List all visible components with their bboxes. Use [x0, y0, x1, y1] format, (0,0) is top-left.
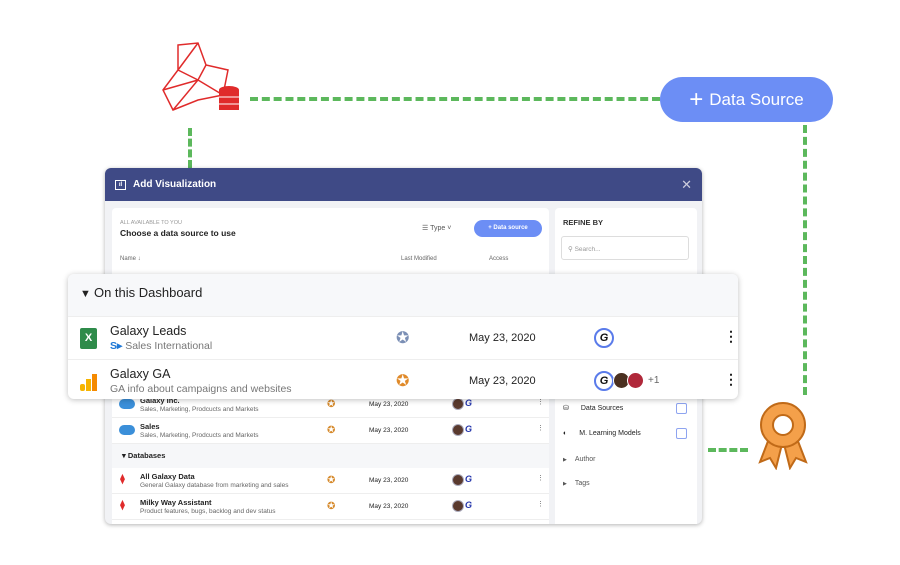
- table-row[interactable]: ⧫ Milky Way Assistant Product features, b…: [112, 494, 549, 520]
- connector-line: [188, 128, 192, 168]
- award-icon: ✪: [396, 330, 410, 347]
- database-icon: ⛁: [563, 405, 569, 412]
- award-icon: ✪: [396, 373, 410, 390]
- award-icon: ✪: [327, 399, 336, 410]
- galaxy-logo: G: [465, 474, 473, 484]
- avatar: [452, 424, 464, 436]
- dashboard-sources-card: ▼ On this Dashboard X Galaxy Leads S▸ Sa…: [68, 274, 738, 399]
- award-icon: ✪: [327, 501, 336, 512]
- filter-data-sources[interactable]: ⛁ Data Sources: [563, 402, 691, 414]
- table-row[interactable]: ⧫ All Galaxy Data General Galaxy database…: [112, 468, 549, 494]
- add-data-source-button[interactable]: + Data Source: [660, 77, 833, 122]
- data-source-button[interactable]: + Data source: [474, 220, 542, 237]
- filter-ml-models[interactable]: ◐ M. Learning Models: [563, 428, 691, 439]
- more-icon[interactable]: ⋮: [537, 474, 544, 482]
- list-item[interactable]: X Galaxy Leads S▸ Sales International ✪ …: [68, 316, 738, 359]
- list-icon: ☰: [422, 225, 431, 232]
- more-icon[interactable]: ⋮: [537, 424, 544, 432]
- galaxy-logo: G: [594, 371, 614, 391]
- avatar: [452, 398, 464, 410]
- dialog-header: ıl Add Visualization ✕: [105, 168, 702, 201]
- databases-section[interactable]: ▾ Databases: [112, 444, 549, 468]
- connector-line: [708, 448, 748, 452]
- caret-right-icon: ▶: [563, 456, 567, 463]
- avatar: [452, 500, 464, 512]
- galaxy-logo: G: [465, 398, 473, 408]
- award-icon: ✪: [327, 475, 336, 486]
- caret-right-icon: ▶: [563, 480, 567, 487]
- column-name[interactable]: Name ↓: [120, 256, 141, 262]
- list-item[interactable]: Galaxy GA GA info about campaigns and we…: [68, 359, 738, 399]
- sql-server-icon: ⧫: [120, 500, 125, 511]
- search-input[interactable]: ⚲ Search...: [561, 236, 689, 260]
- chart-icon: ıl: [115, 179, 126, 190]
- section-tags[interactable]: ▶ Tags: [563, 480, 691, 487]
- sharepoint-icon: S▸: [110, 340, 126, 352]
- google-analytics-icon: [80, 374, 97, 391]
- dialog-title: Add Visualization: [133, 179, 217, 190]
- award-icon: [758, 402, 808, 470]
- award-icon: ✪: [327, 425, 336, 436]
- galaxy-logo: G: [465, 424, 473, 434]
- checkbox[interactable]: [676, 402, 687, 414]
- more-icon[interactable]: ⋮: [724, 371, 738, 388]
- search-icon: ⚲: [568, 246, 575, 253]
- column-access[interactable]: Access: [489, 256, 508, 262]
- connector-line: [803, 125, 807, 395]
- type-filter[interactable]: ☰ Type ˅: [422, 224, 451, 232]
- table-row[interactable]: Sales Sales, Marketing, Prodcucts and Mar…: [112, 418, 549, 444]
- close-icon[interactable]: ✕: [681, 177, 692, 193]
- brain-icon: ◐: [563, 430, 568, 437]
- connector-line: [250, 97, 660, 101]
- salesforce-icon: [119, 425, 135, 435]
- more-users-count: +1: [648, 375, 660, 386]
- galaxy-logo: G: [594, 328, 614, 348]
- section-on-this-dashboard[interactable]: ▼ On this Dashboard: [68, 274, 738, 316]
- sql-server-icon: ⧫: [120, 474, 125, 485]
- avatar: [627, 372, 644, 389]
- more-icon[interactable]: ⋮: [724, 328, 738, 345]
- galaxy-logo: G: [465, 500, 473, 510]
- more-icon[interactable]: ⋮: [537, 500, 544, 508]
- plus-icon: +: [689, 85, 704, 113]
- avatar: [452, 474, 464, 486]
- caret-down-icon: ▼: [80, 288, 94, 300]
- refine-title: REFINE BY: [563, 218, 604, 227]
- sql-server-icon: [162, 42, 239, 111]
- excel-icon: X: [80, 328, 97, 349]
- section-author[interactable]: ▶ Author: [563, 456, 691, 463]
- more-icon[interactable]: ⋮: [537, 398, 544, 406]
- column-last-modified[interactable]: Last Modified: [401, 256, 437, 262]
- subtitle: ALL AVAILABLE TO YOU: [120, 220, 182, 226]
- salesforce-icon: [119, 399, 135, 409]
- heading: Choose a data source to use: [120, 228, 236, 238]
- checkbox[interactable]: [676, 428, 687, 439]
